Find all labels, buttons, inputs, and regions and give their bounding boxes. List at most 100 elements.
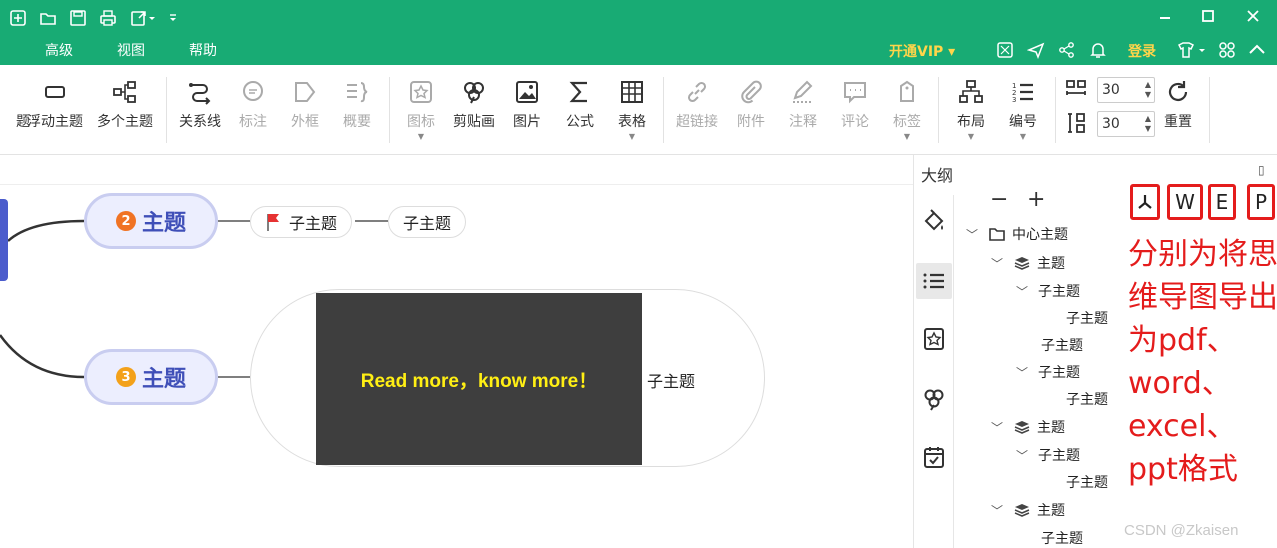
chevron-down-icon: ▼ <box>628 132 636 141</box>
tree-item-topic[interactable]: ﹀ 主题 <box>991 500 1065 520</box>
vertical-spacing-stepper[interactable]: 30 ▲ ▼ <box>1097 111 1155 137</box>
star-box-icon <box>924 328 944 350</box>
pin-icon[interactable]: ▯ <box>1258 163 1265 177</box>
send-icon[interactable] <box>1026 40 1046 60</box>
marker-tab[interactable] <box>920 325 948 353</box>
tree-item-subtopic[interactable]: 子主题 <box>1066 389 1108 409</box>
export-dropdown-icon[interactable] <box>126 7 160 29</box>
formula-button[interactable]: 公式 <box>550 77 610 131</box>
floating-topic-icon <box>45 86 65 98</box>
reset-button[interactable]: 重置 <box>1148 77 1208 131</box>
clipart-button[interactable]: 剪贴画 <box>444 77 504 131</box>
topic-label: 主题 <box>141 367 186 392</box>
subtopic[interactable]: 子主题 <box>388 206 467 238</box>
outline-tab[interactable] <box>916 263 952 299</box>
chevron-down-icon: ▼ <box>417 132 425 141</box>
boundary-icon <box>295 82 316 102</box>
main-topic-3[interactable]: 3 主题 <box>84 349 218 405</box>
callout-button[interactable]: 标注 <box>223 77 283 131</box>
central-topic-edge[interactable] <box>0 199 8 281</box>
quick-access-toolbar <box>6 7 186 29</box>
paperclip-icon <box>741 80 762 104</box>
tree-item-subtopic[interactable]: 子主题 <box>1041 528 1083 548</box>
style-tab[interactable] <box>920 207 948 235</box>
ribbon-separator <box>663 77 664 143</box>
boundary-button[interactable]: 外框 <box>275 77 335 131</box>
tree-item-subtopic[interactable]: ﹀ 子主题 <box>1016 362 1080 382</box>
comment-button[interactable]: 评论 <box>825 77 885 131</box>
hyperlink-button[interactable]: 超链接 <box>667 77 727 131</box>
list-icon <box>923 273 944 289</box>
topic-image[interactable]: Read more，know more！ <box>316 293 642 465</box>
tree-item-subtopic[interactable]: 子主题 <box>1041 335 1083 355</box>
red-flag-icon <box>267 214 279 231</box>
summary-button[interactable]: 概要 <box>327 77 387 131</box>
marker-button[interactable]: 图标 ▼ <box>391 77 451 141</box>
export-ppt-button[interactable]: P <box>1247 184 1275 220</box>
tree-item-subtopic[interactable]: 子主题 <box>1066 472 1108 492</box>
folder-icon <box>989 228 1005 241</box>
subtopic-with-flag[interactable]: 子主题 <box>250 206 353 238</box>
tree-item-subtopic[interactable]: ﹀ 子主题 <box>1016 281 1080 301</box>
chevron-down-icon[interactable]: ﹀ <box>966 226 984 243</box>
chevron-down-icon: ▼ <box>967 132 975 141</box>
export-word-button[interactable]: W <box>1167 184 1203 220</box>
vip-button[interactable]: 开通VIP ▾ <box>889 41 955 61</box>
image-button[interactable]: 图片 <box>497 77 557 131</box>
share-icon[interactable] <box>1057 40 1077 60</box>
open-folder-icon[interactable] <box>36 7 60 29</box>
relation-line-icon <box>189 83 211 105</box>
sigma-icon <box>569 81 587 103</box>
collapse-all-button[interactable]: − <box>990 187 1008 212</box>
layout-button[interactable]: 布局 ▼ <box>941 77 1001 141</box>
chevron-down-icon[interactable]: ﹀ <box>1016 283 1034 300</box>
paint-bucket-icon <box>924 209 944 231</box>
numbering-button[interactable]: 123 编号 ▼ <box>993 77 1053 141</box>
close-icon[interactable] <box>1245 8 1261 24</box>
login-button[interactable]: 登录 <box>1128 41 1156 61</box>
minimize-icon[interactable] <box>1157 8 1173 24</box>
chevron-down-icon[interactable]: ﹀ <box>991 419 1009 436</box>
floating-topic-button[interactable]: 浮动主题 <box>25 77 85 131</box>
table-button[interactable]: 表格 ▼ <box>602 77 662 141</box>
export-pdf-button[interactable] <box>1130 184 1160 220</box>
relation-line-button[interactable]: 关系线 <box>170 77 230 131</box>
tree-item-topic[interactable]: ﹀ 主题 <box>991 417 1065 437</box>
layout-tree-icon <box>959 80 983 103</box>
chevron-down-icon[interactable]: ﹀ <box>1016 447 1034 464</box>
task-tab[interactable] <box>920 443 948 471</box>
tree-item-center[interactable]: ﹀ 中心主题 <box>966 224 1068 244</box>
fullscreen-icon[interactable] <box>995 40 1015 60</box>
mindmap-canvas[interactable]: 2 主题 子主题 子主题 3 主题 Read more，know more！ 子… <box>0 155 913 548</box>
chevron-down-icon[interactable]: ﹀ <box>991 255 1009 272</box>
print-icon[interactable] <box>96 7 120 29</box>
menu-item-view[interactable]: 视图 <box>117 40 145 60</box>
ribbon-separator <box>1055 77 1056 143</box>
new-file-icon[interactable] <box>6 7 30 29</box>
multiple-topics-button[interactable]: 多个主题 <box>95 77 155 131</box>
label-button[interactable]: 标签 ▼ <box>877 77 937 141</box>
apps-grid-icon[interactable] <box>1217 40 1237 60</box>
tree-item-subtopic[interactable]: 子主题 <box>1066 308 1108 328</box>
chevron-down-icon[interactable]: ﹀ <box>991 502 1009 519</box>
maximize-icon[interactable] <box>1200 8 1216 24</box>
expand-all-button[interactable]: + <box>1027 187 1045 212</box>
theme-shirt-icon[interactable] <box>1174 40 1210 60</box>
bell-icon[interactable] <box>1088 40 1108 60</box>
clipart-tab[interactable] <box>920 385 948 413</box>
tree-item-subtopic[interactable]: ﹀ 子主题 <box>1016 445 1080 465</box>
menu-item-help[interactable]: 帮助 <box>189 40 217 60</box>
menu-item-advanced[interactable]: 高级 <box>45 40 73 60</box>
chevron-down-icon[interactable]: ﹀ <box>1016 364 1034 381</box>
customize-toolbar-icon[interactable] <box>166 7 180 29</box>
ribbon-separator <box>938 77 939 143</box>
main-topic-2[interactable]: 2 主题 <box>84 193 218 249</box>
image-topic-label: 子主题 <box>647 372 696 391</box>
save-icon[interactable] <box>66 7 90 29</box>
collapse-ribbon-icon[interactable] <box>1247 40 1267 60</box>
export-excel-button[interactable]: E <box>1208 184 1236 220</box>
tree-item-topic[interactable]: ﹀ 主题 <box>991 253 1065 273</box>
attachment-button[interactable]: 附件 <box>721 77 781 131</box>
note-button[interactable]: 注释 <box>773 77 833 131</box>
horizontal-spacing-stepper[interactable]: 30 ▲ ▼ <box>1097 77 1155 103</box>
